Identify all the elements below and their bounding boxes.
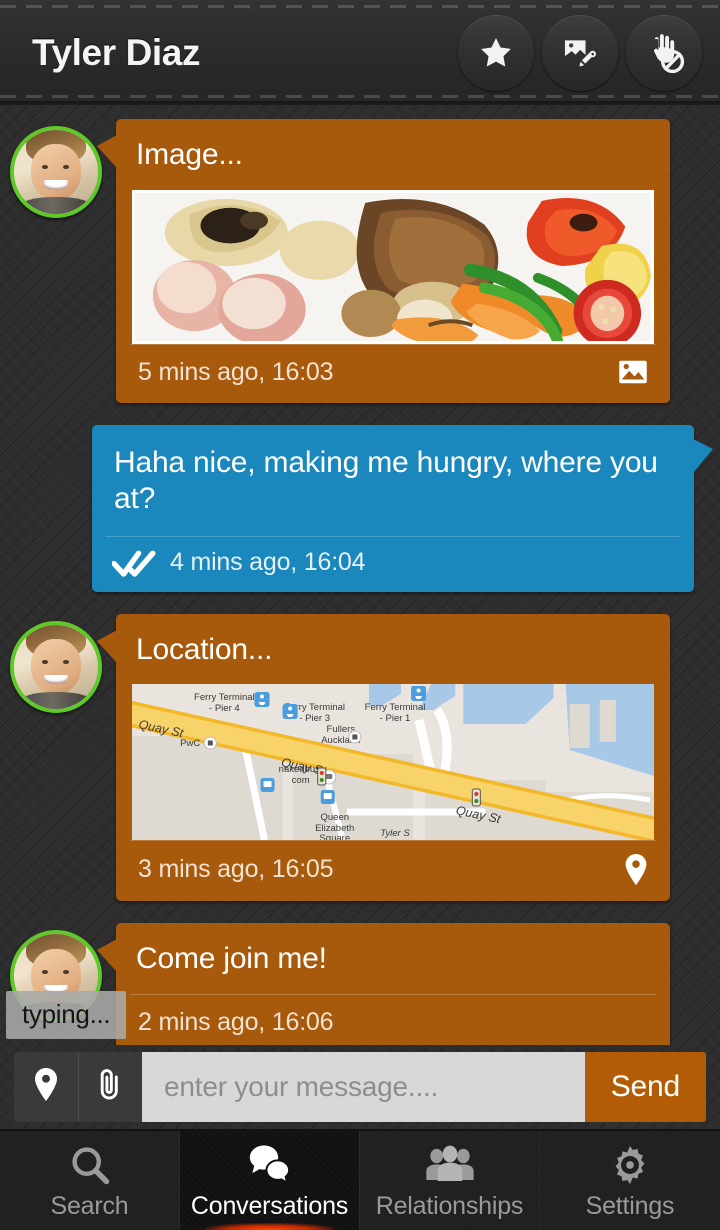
location-pin-icon (33, 1068, 59, 1106)
message-bubble[interactable]: Image... 5 mins ago, 16:03 (97, 119, 670, 403)
message-bubble[interactable]: Haha nice, making me hungry, where you a… (92, 424, 713, 592)
nav-label: Settings (585, 1191, 675, 1220)
send-button[interactable]: Send (584, 1052, 706, 1122)
svg-text:Square: Square (319, 833, 350, 840)
share-location-button[interactable] (14, 1052, 78, 1122)
bubble-tail (97, 939, 117, 973)
bubble-tail (97, 135, 117, 168)
hand-block-icon (643, 32, 685, 74)
message-media[interactable] (116, 189, 670, 344)
message-input[interactable] (142, 1052, 585, 1122)
message-row-outgoing: Haha nice, making me hungry, where you a… (0, 424, 713, 592)
svg-text:- Pier 4: - Pier 4 (209, 703, 240, 714)
message-footer: 2 mins ago, 16:06 (116, 993, 670, 1045)
svg-text:com: com (292, 775, 310, 786)
star-icon (477, 34, 515, 72)
svg-text:Ferry Terminal: Ferry Terminal (365, 702, 426, 713)
message-bubble[interactable]: Come join me! 2 mins ago, 16:06 (97, 923, 670, 1045)
avatar[interactable] (10, 620, 102, 713)
header-stitch-top (0, 5, 720, 8)
typing-indicator: typing... (6, 991, 127, 1039)
message-text: Image... (136, 138, 243, 171)
message-row-image: Image... 5 mins ago, 16:03 (0, 119, 698, 403)
svg-text:Tyler S: Tyler S (380, 828, 410, 839)
message-media[interactable]: Quay St Quay St Quay St Ferry Terminal -… (116, 684, 670, 841)
bubble-tail (97, 629, 117, 663)
svg-text:- Pier 1: - Pier 1 (380, 713, 411, 724)
nav-label: Relationships (375, 1191, 524, 1220)
favorite-button[interactable] (458, 14, 534, 91)
nav-item-conversations[interactable]: Conversations (180, 1131, 360, 1230)
message-text: Haha nice, making me hungry, where you a… (114, 445, 658, 516)
avatar[interactable] (10, 126, 102, 218)
nav-label: Conversations (190, 1191, 349, 1220)
svg-text:nakedbus.: nakedbus. (279, 764, 323, 775)
image-pencil-icon (561, 34, 599, 72)
map-pin-icon (624, 854, 648, 886)
picture-icon (618, 359, 648, 385)
attach-file-button[interactable] (78, 1052, 142, 1122)
message-row-location: Location... Quay St Quay St Quay St Ferr… (0, 613, 698, 902)
paperclip-icon (97, 1067, 124, 1108)
double-check-icon (112, 548, 156, 578)
message-footer: 3 mins ago, 16:05 (116, 840, 670, 901)
chat-bubbles-icon (247, 1141, 293, 1187)
svg-text:PwC: PwC (180, 738, 200, 749)
food-photo-content (135, 192, 651, 341)
message-text: Location... (136, 632, 273, 666)
chat-screen: Tyler Diaz Image... 5 mins ago, 16:03 Ha… (0, 0, 720, 1230)
page-title: Tyler Diaz (32, 31, 201, 73)
bottom-navigation: Search Conversations Relationships Setti… (0, 1129, 720, 1230)
message-text: Come join me! (136, 942, 327, 976)
message-footer: 4 mins ago, 16:04 (92, 535, 694, 592)
search-icon (68, 1141, 112, 1187)
people-group-icon (425, 1141, 475, 1187)
nav-item-settings[interactable]: Settings (540, 1131, 720, 1230)
svg-text:- Pier 3: - Pier 3 (299, 713, 330, 724)
svg-text:Queen: Queen (320, 812, 349, 823)
message-bubble[interactable]: Location... Quay St Quay St Quay St Ferr… (97, 613, 670, 902)
edit-photo-button[interactable] (542, 14, 618, 91)
message-timestamp: 3 mins ago, 16:05 (138, 855, 334, 884)
message-timestamp: 4 mins ago, 16:04 (170, 548, 366, 577)
header-stitch-bottom (0, 95, 720, 98)
nav-label: Search (50, 1191, 129, 1220)
message-timestamp: 5 mins ago, 16:03 (138, 357, 334, 386)
avatar-wrapper[interactable] (0, 119, 112, 218)
message-footer: 5 mins ago, 16:03 (116, 343, 670, 403)
nav-item-search[interactable]: Search (0, 1131, 180, 1230)
location-map[interactable]: Quay St Quay St Quay St Ferry Terminal -… (132, 684, 654, 841)
nav-item-relationships[interactable]: Relationships (360, 1131, 540, 1230)
header-actions (458, 14, 702, 91)
message-composer: Send (0, 1045, 720, 1129)
message-timestamp: 2 mins ago, 16:06 (138, 1007, 334, 1036)
app-header: Tyler Diaz (0, 0, 720, 105)
avatar-wrapper[interactable] (0, 614, 112, 713)
block-user-button[interactable] (626, 14, 702, 91)
food-photo[interactable] (132, 189, 654, 344)
gear-icon (607, 1141, 653, 1187)
bubble-tail (693, 438, 713, 473)
svg-text:Ferry Terminal: Ferry Terminal (194, 692, 255, 703)
message-list[interactable]: Image... 5 mins ago, 16:03 Haha nice, ma… (0, 105, 720, 1045)
